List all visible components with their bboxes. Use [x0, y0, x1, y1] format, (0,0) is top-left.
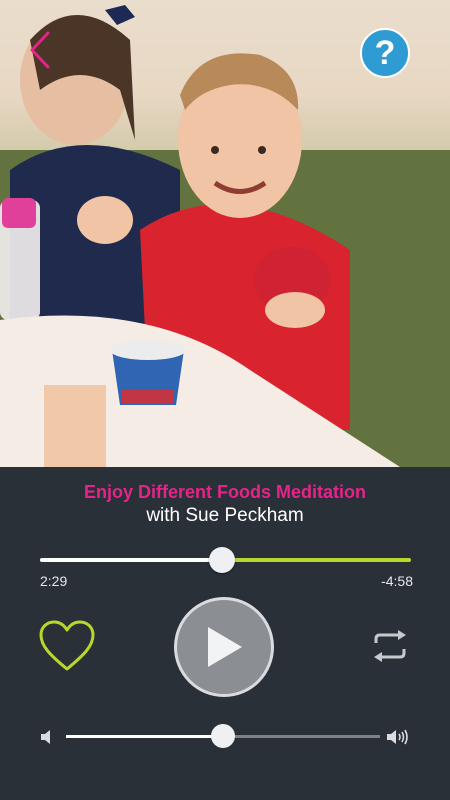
back-button[interactable] [28, 30, 72, 74]
volume-thumb[interactable] [211, 724, 235, 748]
repeat-icon [374, 630, 406, 662]
player-screen: ? Enjoy Different Foods Meditation with … [0, 0, 450, 800]
volume-empty-bar [223, 735, 380, 738]
play-button[interactable] [174, 597, 274, 697]
cover-photo: ? [0, 0, 450, 467]
track-title: Enjoy Different Foods Meditation [84, 482, 366, 502]
track-subtitle: with Sue Peckham [146, 505, 304, 526]
volume-slider[interactable] [66, 724, 380, 748]
play-icon [208, 627, 242, 667]
favorite-button[interactable] [38, 619, 96, 673]
player-panel: Enjoy Different Foods Meditation with Su… [0, 467, 450, 800]
time-remaining: -4:58 [381, 573, 413, 589]
progress-thumb[interactable] [208, 547, 235, 573]
question-mark-icon: ? [374, 34, 396, 72]
heart-icon [39, 620, 95, 671]
repeat-button[interactable] [370, 629, 410, 663]
chevron-left-icon [30, 31, 50, 69]
help-button[interactable]: ? [360, 28, 410, 78]
time-elapsed: 2:29 [40, 573, 68, 589]
speaker-low-icon [40, 729, 56, 745]
progress-played-bar [40, 558, 222, 562]
speaker-high-icon [386, 728, 410, 746]
volume-filled-bar [66, 735, 223, 738]
progress-slider[interactable] [40, 547, 411, 573]
progress-remaining-bar [221, 558, 411, 562]
